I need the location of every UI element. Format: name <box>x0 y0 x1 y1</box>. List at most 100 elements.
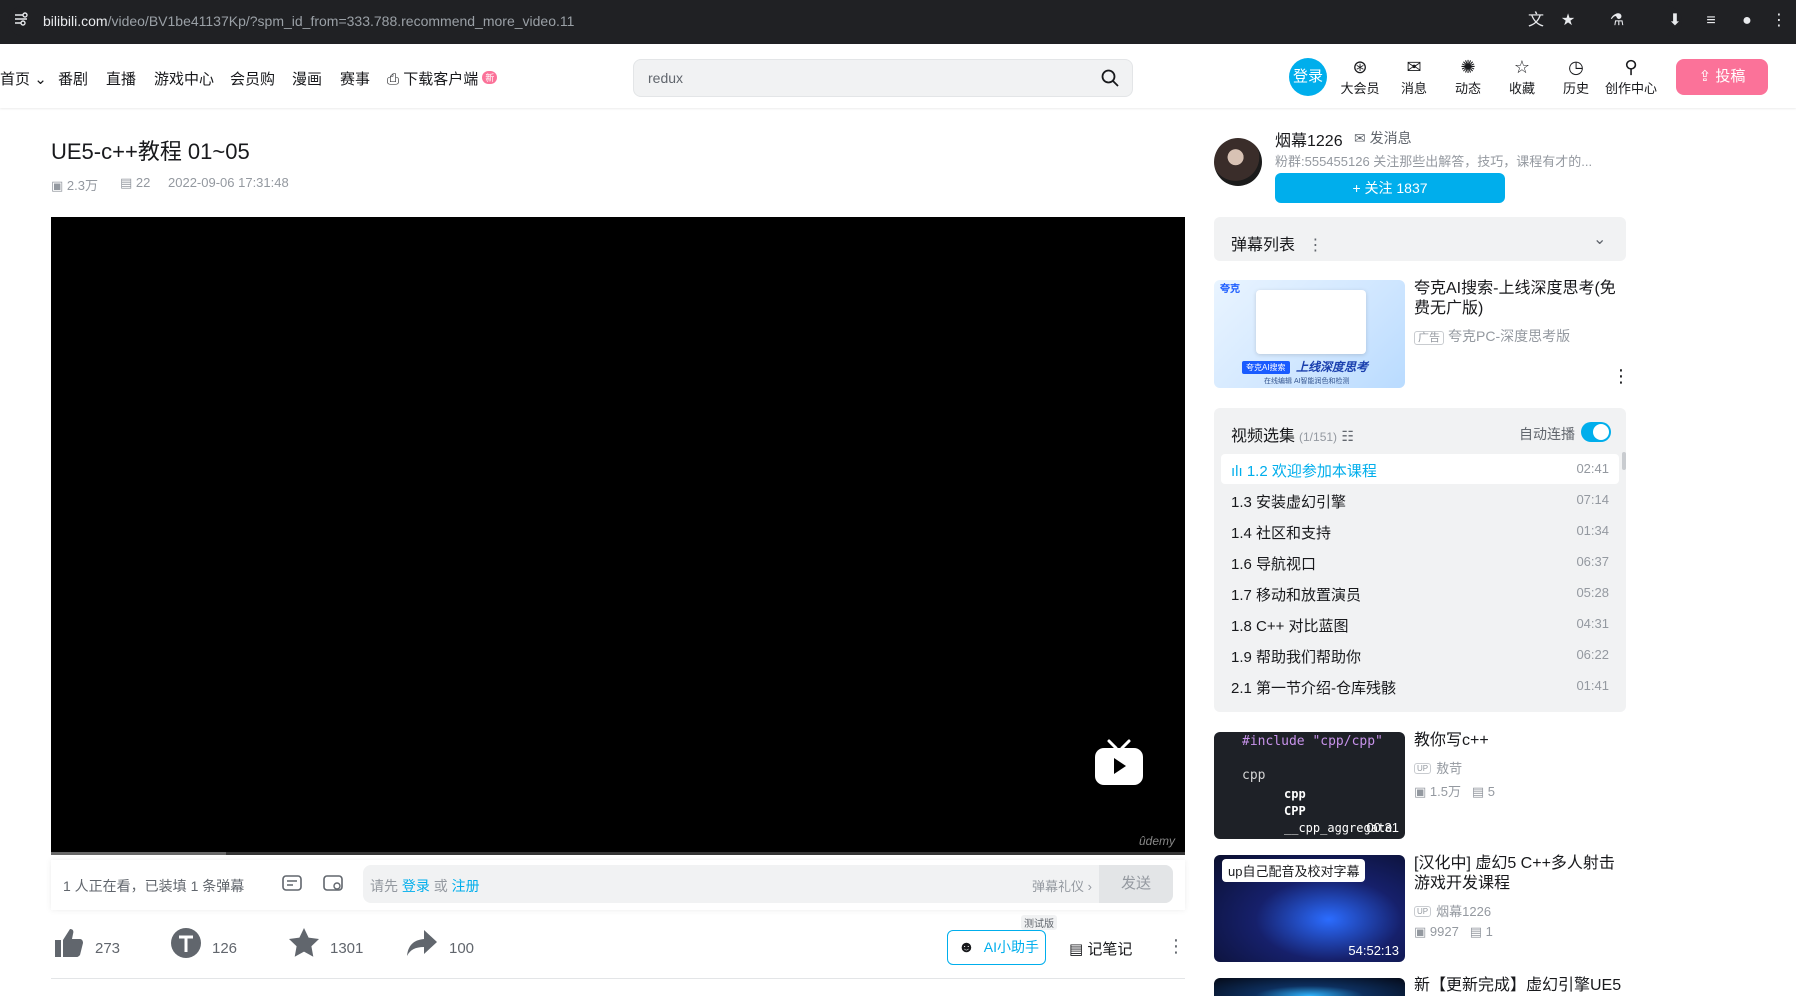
danmaku-settings-icon[interactable] <box>321 871 347 897</box>
playlist-item[interactable]: 1.7 移动和放置演员 05:28 <box>1221 578 1619 608</box>
ad-title[interactable]: 夸克AI搜索-上线深度思考(免费无广版) <box>1414 279 1624 319</box>
rec-title[interactable]: 新【更新完成】虚幻引擎UE5 <box>1414 976 1624 996</box>
playlist-title-text: 视频选集 <box>1231 428 1296 445</box>
list-view-icon[interactable]: ☷ <box>1342 428 1355 444</box>
danmaku-toggle-icon[interactable] <box>280 871 306 897</box>
nav-live[interactable]: 直播 <box>106 68 136 89</box>
bilibili-tv-play-icon[interactable] <box>1093 737 1145 787</box>
rec-thumbnail[interactable] <box>1214 978 1405 996</box>
coin-count: 126 <box>212 940 238 957</box>
progress-fill <box>51 852 226 855</box>
uploader-avatar[interactable] <box>1214 138 1262 186</box>
rec-title[interactable]: 教你写c++ <box>1414 731 1624 751</box>
history-nav[interactable]: ◷ 历史 <box>1550 56 1602 97</box>
follow-button[interactable]: + 关注 1837 <box>1275 173 1505 203</box>
labs-icon[interactable]: ⚗ <box>1606 10 1628 32</box>
dynamic-nav[interactable]: ✺ 动态 <box>1442 56 1494 97</box>
nav-download-client[interactable]: ⎙ 下载客户端 新 <box>387 68 498 89</box>
ad-more-icon[interactable]: ⋮ <box>1612 366 1630 387</box>
search-box[interactable]: redux <box>633 59 1133 97</box>
ad-slogan: 上线深度思考 <box>1296 360 1369 374</box>
search-input[interactable]: redux <box>648 70 683 86</box>
playlist-item[interactable]: 1.4 社区和支持 01:34 <box>1221 516 1619 546</box>
download-client-label: 下载客户端 <box>403 71 479 88</box>
nav-home[interactable]: 首页 ⌄ <box>0 68 47 89</box>
send-danmaku-button[interactable]: 发送 <box>1099 865 1173 903</box>
nav-anime[interactable]: 番剧 <box>58 68 88 89</box>
danmaku-list-title-text: 弹幕列表 <box>1231 237 1296 254</box>
playlist-item[interactable]: 1.6 导航视口 06:37 <box>1221 547 1619 577</box>
send-message-link[interactable]: ✉ 发消息 <box>1354 128 1412 148</box>
nav-mall[interactable]: 会员购 <box>230 68 275 89</box>
register-link[interactable]: 注册 <box>452 878 480 894</box>
uploader-description: 粉群:555455126 关注那些出解答，技巧，课程有才的... <box>1275 154 1593 169</box>
rec-thumb-opt: cpp <box>1284 787 1306 801</box>
take-note-button[interactable]: ▤ 记笔记 <box>1069 938 1132 959</box>
playlist-item-title: 1.3 安装虚幻引擎 <box>1231 494 1347 511</box>
more-options-icon[interactable]: ⋮ <box>1167 936 1185 957</box>
now-playing-icon: ılı <box>1231 463 1243 480</box>
messages-nav[interactable]: ✉ 消息 <box>1388 56 1440 97</box>
creator-nav[interactable]: ⚲ 创作中心 <box>1605 56 1657 97</box>
progress-bar[interactable] <box>51 852 1185 855</box>
reading-list-icon[interactable]: ≡ <box>1700 10 1722 32</box>
play-count-icon: ▣ <box>1414 924 1427 939</box>
site-info-icon[interactable] <box>10 10 32 32</box>
danmaku-list-title: 弹幕列表 ⋮ <box>1231 231 1323 255</box>
ai-assistant-button[interactable]: ☻ AI小助手 <box>947 930 1046 965</box>
share-button[interactable] <box>405 926 439 966</box>
playlist-item-duration: 05:28 <box>1576 585 1609 600</box>
ad-screen-mock <box>1256 290 1366 354</box>
rec-uploader[interactable]: UP 敖苛 <box>1414 758 1462 777</box>
send-message-label: 发消息 <box>1369 130 1412 146</box>
like-button[interactable] <box>51 926 85 966</box>
more-vertical-icon[interactable]: ⋮ <box>1307 237 1323 254</box>
messages-label: 消息 <box>1400 81 1427 96</box>
playlist-item[interactable]: 1.8 C++ 对比蓝图 04:31 <box>1221 609 1619 639</box>
video-player[interactable] <box>51 217 1185 854</box>
uploader-name[interactable]: 烟幕1226 <box>1275 127 1343 151</box>
profile-icon[interactable]: ● <box>1736 10 1758 32</box>
browser-chrome: bilibili.com/video/BV1be41137Kp/?spm_id_… <box>0 0 1796 44</box>
nav-esports[interactable]: 赛事 <box>340 68 370 89</box>
search-icon[interactable] <box>1100 68 1120 93</box>
danmaku-etiquette-link[interactable]: 弹幕礼仪 › <box>1032 876 1092 895</box>
hint-or: 或 <box>433 878 448 894</box>
danmaku-count-icon: ▤ <box>1471 784 1485 799</box>
playlist-item[interactable]: 1.3 安装虚幻引擎 07:14 <box>1221 485 1619 515</box>
chevron-down-icon[interactable]: ⌄ <box>1593 229 1606 249</box>
rec-uploader[interactable]: UP 烟幕1226 <box>1414 901 1491 920</box>
view-count-value: 2.3万 <box>66 178 98 193</box>
autoplay-toggle[interactable] <box>1581 422 1611 442</box>
up-icon: UP <box>1414 906 1432 917</box>
rec-title[interactable]: [汉化中] 虚幻5 C++多人射击游戏开发课程 <box>1414 854 1624 894</box>
favorite-button[interactable] <box>287 926 321 966</box>
playlist-item[interactable]: 1.9 帮助我们帮助你 06:22 <box>1221 640 1619 670</box>
coin-button[interactable] <box>169 926 203 966</box>
login-link[interactable]: 登录 <box>402 878 430 894</box>
history-label: 历史 <box>1562 81 1589 96</box>
rec-thumb-code: #include "cpp/cpp" <box>1242 734 1383 749</box>
playlist-item-duration: 02:41 <box>1576 461 1609 476</box>
upload-button[interactable]: ⇪ 投稿 <box>1676 59 1768 95</box>
upload-icon: ⇪ <box>1698 68 1712 85</box>
bookmark-star-icon[interactable]: ★ <box>1557 10 1579 32</box>
playlist-item[interactable]: 2.1 第一节介绍-仓库残骸 01:41 <box>1221 671 1619 701</box>
playlist-item-title: 1.8 C++ 对比蓝图 <box>1231 618 1349 635</box>
translate-icon[interactable]: 文 <box>1525 10 1547 32</box>
nav-game-center[interactable]: 游戏中心 <box>154 68 214 89</box>
download-icon[interactable]: ⬇ <box>1664 10 1686 32</box>
vip-nav[interactable]: ⊛ 大会员 <box>1334 56 1386 97</box>
playlist-scrollbar[interactable] <box>1622 452 1626 470</box>
login-avatar-button[interactable]: 登录 <box>1289 58 1327 96</box>
favorites-nav[interactable]: ☆ 收藏 <box>1496 56 1548 97</box>
nav-manga[interactable]: 漫画 <box>292 68 322 89</box>
ad-thumbnail[interactable]: 夸克 夸克AI搜索 上线深度思考 在线编辑 AI智能润色和检测 <box>1214 280 1405 388</box>
menu-icon[interactable]: ⋮ <box>1768 10 1790 32</box>
rec-thumbnail[interactable]: up自己配音及校对字幕 54:52:13 <box>1214 855 1405 962</box>
url-text[interactable]: bilibili.com/video/BV1be41137Kp/?spm_id_… <box>43 13 574 29</box>
playlist-item[interactable]: ılı 1.2 欢迎参加本课程 02:41 <box>1221 454 1619 484</box>
playlist-item-duration: 04:31 <box>1576 616 1609 631</box>
download-client-icon: ⎙ <box>387 71 400 88</box>
rec-thumbnail[interactable]: #include "cpp/cpp" cpp cpp CPP __cpp_agg… <box>1214 732 1405 839</box>
